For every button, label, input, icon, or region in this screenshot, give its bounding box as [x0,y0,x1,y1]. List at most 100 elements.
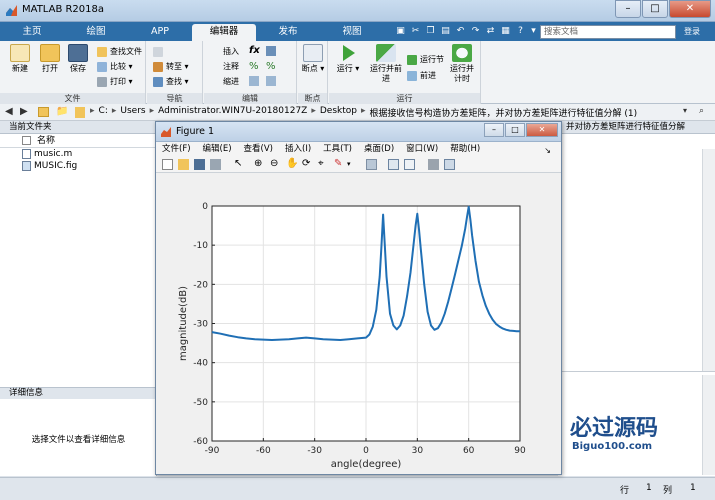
menu-file[interactable]: 文件(F) [156,142,197,156]
qa-switch-icon[interactable]: ⇄ [484,25,497,39]
close-button[interactable]: ✕ [669,0,711,18]
spectrum-chart[interactable]: -90 -60 -30 0 30 60 900-10-20-30-40-50-60angle… [156,174,561,474]
link-plot-icon[interactable] [366,159,377,170]
menu-desktop[interactable]: 桌面(D) [358,142,400,156]
figure-close-button[interactable]: ✕ [526,123,558,137]
fx-icon[interactable]: fx [249,45,260,56]
run-button[interactable]: 运行 ▾ [333,44,363,74]
forward-arrow-icon[interactable]: ▶ [20,106,28,117]
brush-dropdown-icon[interactable]: ▾ [347,159,358,170]
qa-layout-icon[interactable]: ▦ [499,25,512,39]
address-search-icon[interactable]: ⌕ [699,106,704,116]
indent-right-icon[interactable] [266,76,276,86]
brush-icon[interactable]: ✎ [334,159,345,170]
breadcrumb-user[interactable]: Administrator.WIN7U-20180127Z [158,106,307,119]
figure-title-bar[interactable]: Figure 1 – □ ✕ [156,122,561,142]
qa-save-icon[interactable]: ▣ [394,25,407,39]
compare-button[interactable]: 比较 ▾ [97,60,133,73]
qa-redo-icon[interactable]: ↷ [469,25,482,39]
show-plot-tools-icon[interactable] [444,159,455,170]
qa-copy-icon[interactable]: ❐ [424,25,437,39]
tab-editor[interactable]: 编辑器 [192,24,256,41]
tab-apps[interactable]: APP [128,24,192,41]
new-figure-icon[interactable] [162,159,173,170]
row-label: 行 [620,486,630,496]
editor-tab-title[interactable]: 并对协方差矩阵进行特征值分解 [558,121,715,134]
figure-minimize-button[interactable]: – [484,123,504,137]
details-panel-title[interactable]: 详细信息 [0,387,157,399]
search-documentation-input[interactable]: 搜索文档 [540,25,676,39]
goto-button[interactable]: 转至 ▾ [153,60,189,73]
print-figure-icon[interactable] [210,159,221,170]
up-folder-icon[interactable] [38,107,49,117]
pointer-arrow-icon[interactable]: ↖ [234,159,245,170]
tab-publish[interactable]: 发布 [256,24,320,41]
menu-insert[interactable]: 插入(I) [279,142,317,156]
run-advance-button[interactable]: 运行并前进 [369,44,403,84]
colorbar-icon[interactable] [388,159,399,170]
data-cursor-icon[interactable]: ⌖ [318,159,329,170]
run-and-time-button[interactable]: 运行并计时 [447,44,477,84]
figure-menu-bar: 文件(F) 编辑(E) 查看(V) 插入(I) 工具(T) 桌面(D) 窗口(W… [156,142,561,156]
minimize-button[interactable]: – [615,0,641,18]
indent-button[interactable]: 缩进 [210,75,239,88]
insert-section-icon[interactable] [266,46,276,56]
editor-scrollbar[interactable] [702,149,715,371]
help-dropdown-icon[interactable]: ▾ [527,25,540,39]
sort-checkbox-icon[interactable] [22,136,31,145]
menu-view[interactable]: 查看(V) [238,142,279,156]
qa-cut-icon[interactable]: ✂ [409,25,422,39]
figure-window[interactable]: Figure 1 – □ ✕ 文件(F) 编辑(E) 查看(V) 插入(I) 工… [155,121,562,475]
indent-left-icon[interactable] [249,76,259,86]
breadcrumb-desktop[interactable]: Desktop [320,106,357,119]
breakpoints-button[interactable]: 断点 ▾ [298,44,328,74]
save-button[interactable]: 保存 [63,44,93,74]
address-dropdown-icon[interactable]: ▾ [683,106,687,115]
zoom-in-icon[interactable]: ⊕ [254,159,265,170]
run-section-button[interactable]: 运行节 [407,53,444,66]
figure-maximize-button[interactable]: □ [505,123,525,137]
compare-icon [97,62,107,72]
hide-plot-tools-icon[interactable] [428,159,439,170]
legend-icon[interactable] [404,159,415,170]
browse-folder-icon[interactable]: 📁 [56,106,68,117]
new-button[interactable]: 新建 [5,44,35,74]
save-figure-icon[interactable] [194,159,205,170]
open-file-icon[interactable] [178,159,189,170]
open-button[interactable]: 打开 [35,44,65,74]
print-button[interactable]: 打印 ▾ [97,75,133,88]
comment-button[interactable]: 注释 [210,60,239,73]
insert-button[interactable]: 插入 [210,45,239,58]
qa-undo-icon[interactable]: ↶ [454,25,467,39]
breadcrumb-drive[interactable]: C: [99,106,108,119]
tab-view[interactable]: 视图 [320,24,384,41]
advance-button[interactable]: 前进 [407,69,436,82]
menu-help[interactable]: 帮助(H) [444,142,486,156]
back-arrow-icon[interactable]: ◀ [5,106,13,117]
tab-plots[interactable]: 绘图 [64,24,128,41]
back-forward-buttons[interactable] [153,45,166,58]
tab-home[interactable]: 主页 [0,24,64,41]
rotate-3d-icon[interactable]: ⟳ [302,159,313,170]
file-item[interactable]: music.m [0,148,156,160]
command-scrollbar[interactable] [702,375,715,475]
zoom-out-icon[interactable]: ⊖ [270,159,281,170]
find-button[interactable]: 查找 ▾ [153,75,189,88]
menu-edit[interactable]: 编辑(E) [197,142,238,156]
file-item[interactable]: MUSIC.fig [0,160,156,172]
sign-in-link[interactable]: 登录 [684,26,700,37]
pan-hand-icon[interactable]: ✋ [286,159,298,170]
plot-area[interactable]: -90 -60 -30 0 30 60 90 0 -10 -20 -30 -40 -50 -60 angle… [156,174,561,474]
maximize-button[interactable]: □ [642,0,668,18]
menu-window[interactable]: 窗口(W) [400,142,444,156]
name-column-header[interactable]: 名称 [0,134,156,148]
breadcrumb-users[interactable]: Users [120,106,145,119]
menu-tools[interactable]: 工具(T) [317,142,358,156]
breadcrumb-project[interactable]: 根据接收信号构造协方差矩阵，并对协方差矩阵进行特征值分解 (1) [370,106,638,119]
comment-percent-icon[interactable]: % [249,61,259,72]
find-files-button[interactable]: 查找文件 [97,45,142,58]
uncomment-icon[interactable]: % [266,61,276,72]
qa-paste-icon[interactable]: ▤ [439,25,452,39]
help-icon[interactable]: ? [514,25,527,39]
dock-arrow-icon[interactable]: ↘ [538,143,557,156]
